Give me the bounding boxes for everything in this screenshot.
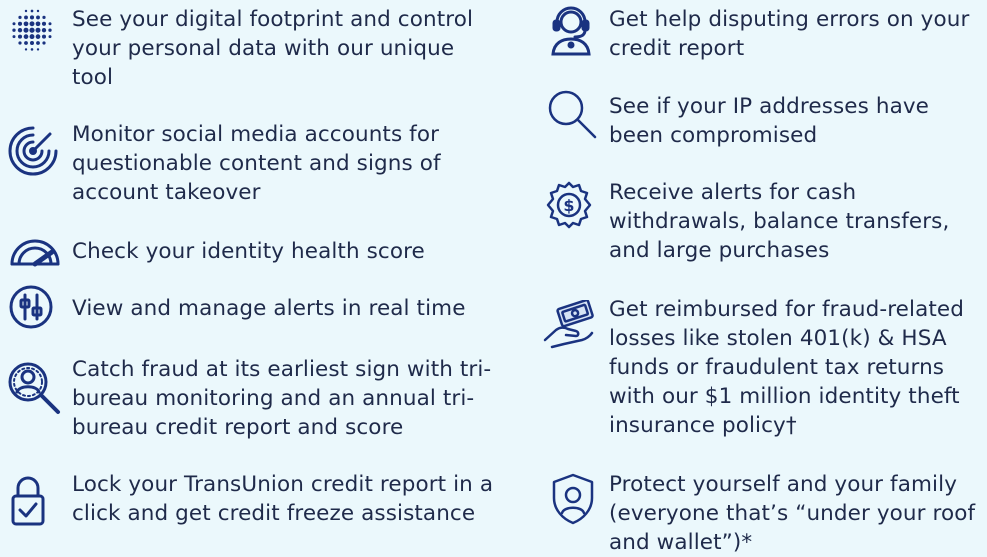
padlock-check-icon <box>10 474 46 528</box>
feature-text: Lock your TransUnion credit report in a … <box>72 472 494 526</box>
features-page: See your digital footprint and control y… <box>0 0 987 556</box>
search-icon <box>546 88 598 140</box>
svg-text:$: $ <box>563 196 574 215</box>
sliders-icon <box>8 284 54 330</box>
feature-text: Receive alerts for cash withdrawals, bal… <box>609 180 950 263</box>
feature-text: Get reimbursed for fraud-related losses … <box>609 297 964 438</box>
dot-globe-icon <box>4 6 60 54</box>
feature-text: See if your IP addresses have been compr… <box>609 94 930 148</box>
hand-money-icon <box>542 300 598 352</box>
feature-text: Protect yourself and your family (everyo… <box>609 472 976 555</box>
feature-text: Check your identity health score <box>72 239 425 264</box>
shield-user-icon <box>550 472 596 526</box>
speedometer-icon <box>8 234 62 268</box>
feature-text: Get help disputing errors on your credit… <box>609 7 970 61</box>
dollar-badge-icon: $ <box>544 180 594 230</box>
person-magnifier-icon <box>6 360 66 420</box>
feature-text: Catch fraud at its earliest sign with tr… <box>72 357 492 440</box>
support-agent-icon <box>548 4 594 56</box>
feature-text: View and manage alerts in real time <box>72 296 466 321</box>
feature-text: See your digital footprint and control y… <box>72 7 474 90</box>
feature-text: Monitor social media accounts for questi… <box>72 122 441 205</box>
radar-icon <box>6 124 60 178</box>
